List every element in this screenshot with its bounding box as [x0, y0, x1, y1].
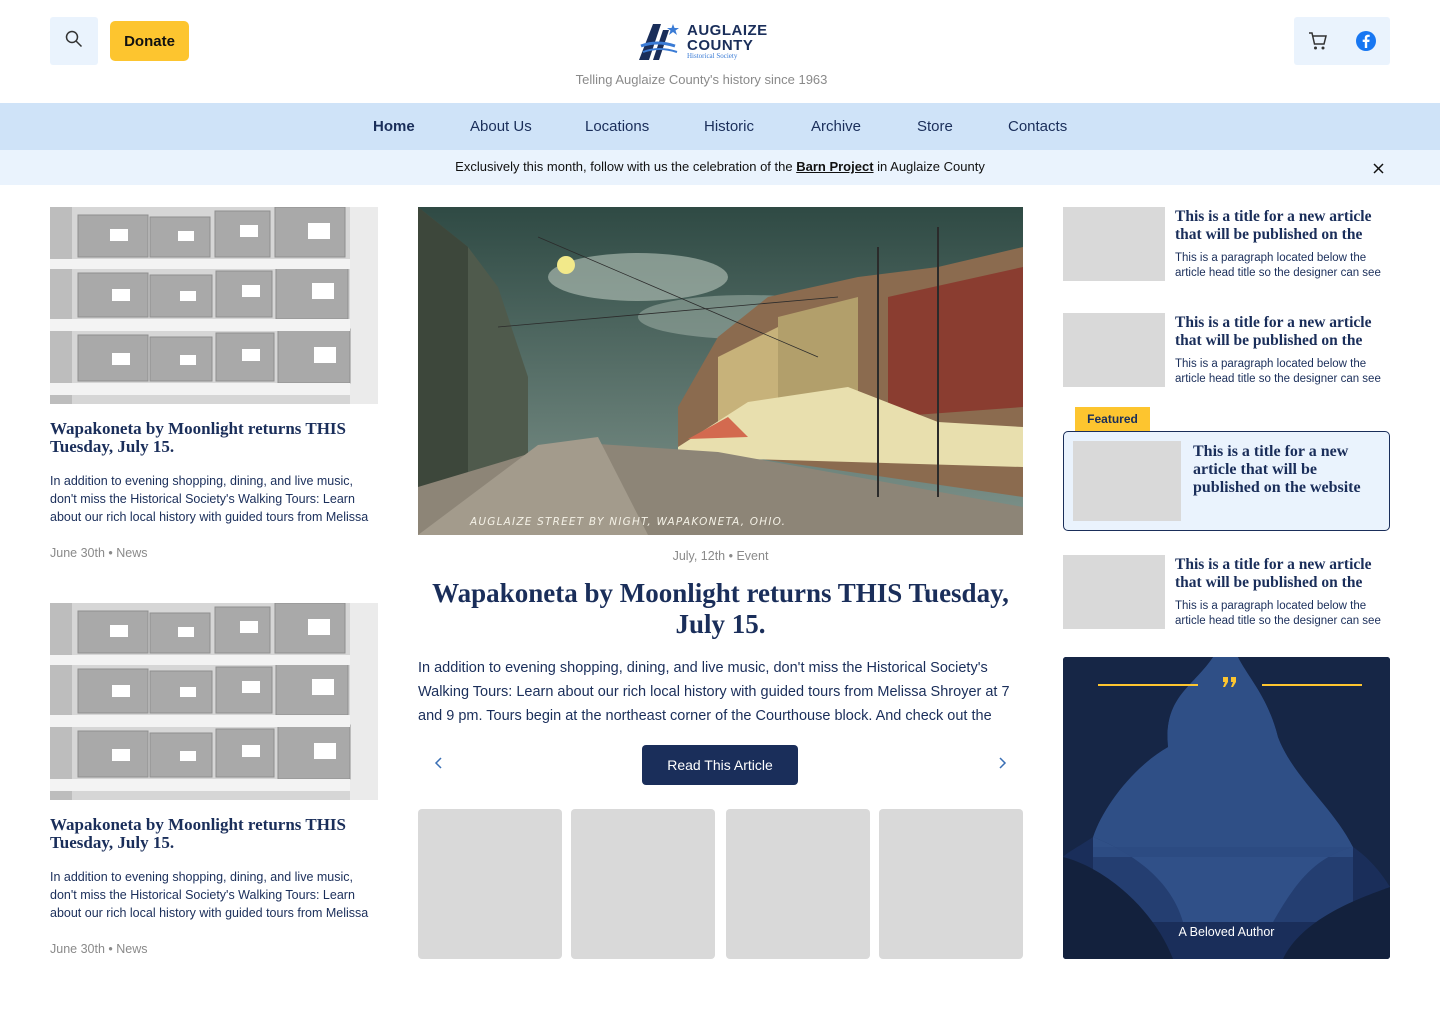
sidebar-article-title[interactable]: This is a title for a new article that w…	[1175, 208, 1389, 244]
site-tagline: Telling Auglaize County's history since …	[575, 72, 828, 87]
carousel-thumbnail[interactable]	[418, 809, 562, 959]
article-meta: June 30th • News	[50, 942, 148, 956]
sidebar-article-thumbnail	[1063, 313, 1165, 387]
carousel-thumbnail[interactable]	[571, 809, 715, 959]
nav-item-store[interactable]: Store	[917, 118, 953, 135]
logo-line2: COUNTY	[687, 36, 754, 54]
article-title[interactable]: Wapakoneta by Moonlight returns THIS Tue…	[50, 420, 378, 456]
hero-title[interactable]: Wapakoneta by Moonlight returns THIS Tue…	[418, 578, 1023, 640]
sidebar-article-thumbnail	[1063, 555, 1165, 629]
article-excerpt: In addition to evening shopping, dining,…	[50, 474, 369, 524]
site-header: Donate AUGLAIZE COUNTY Historical Societ…	[0, 0, 1440, 103]
featured-badge: Featured	[1075, 407, 1150, 431]
sidebar-article-thumbnail	[1063, 207, 1165, 281]
nav-item-about-us[interactable]: About Us	[470, 118, 532, 135]
main-nav: Home About Us Locations Historic Archive…	[0, 103, 1440, 150]
sidebar-article[interactable]: This is a title for a new article that w…	[1063, 313, 1390, 387]
banner-text: Exclusively this month, follow with us t…	[0, 159, 1440, 174]
sidebar-article[interactable]: This is a title for a new article that w…	[1063, 555, 1390, 629]
quote-background-image	[1063, 657, 1390, 959]
quote-card: A Beloved Author	[1063, 657, 1390, 959]
logo-line1: AUGLAIZE	[687, 21, 768, 39]
nav-item-locations[interactable]: Locations	[585, 118, 649, 135]
article-excerpt: In addition to evening shopping, dining,…	[50, 870, 369, 920]
banner-text-before: Exclusively this month, follow with us t…	[455, 159, 797, 174]
carousel-thumbnail[interactable]	[879, 809, 1023, 959]
banner-link[interactable]: Barn Project	[796, 159, 873, 174]
close-icon[interactable]	[1368, 158, 1388, 178]
article-meta: June 30th • News	[50, 546, 148, 560]
chevron-left-icon	[434, 756, 442, 774]
hero-meta: July, 12th • Event	[672, 549, 769, 563]
nav-item-archive[interactable]: Archive	[811, 118, 861, 135]
carousel-prev-button[interactable]	[427, 754, 449, 776]
announcement-banner: Exclusively this month, follow with us t…	[0, 150, 1440, 185]
search-button[interactable]	[50, 17, 98, 65]
site-logo[interactable]: AUGLAIZE COUNTY Historical Society	[637, 20, 777, 62]
chevron-right-icon	[999, 756, 1007, 774]
sidebar-article-title[interactable]: This is a title for a new article that w…	[1175, 556, 1389, 592]
hero-image-caption: AUGLAIZE STREET BY NIGHT, WAPAKONETA, OH…	[469, 516, 786, 528]
quote-author: A Beloved Author	[1178, 925, 1275, 939]
search-icon	[65, 30, 83, 53]
featured-article-title[interactable]: This is a title for a new article that w…	[1193, 443, 1383, 497]
article-card[interactable]: Wapakoneta by Moonlight returns THIS Tue…	[50, 603, 378, 956]
nav-item-home[interactable]: Home	[373, 118, 415, 135]
read-article-button[interactable]: Read This Article	[642, 745, 798, 785]
article-title[interactable]: Wapakoneta by Moonlight returns THIS Tue…	[50, 816, 378, 852]
sidebar-article-title[interactable]: This is a title for a new article that w…	[1175, 314, 1389, 350]
header-tools	[1294, 17, 1390, 65]
banner-text-after: in Auglaize County	[873, 159, 985, 174]
featured-article[interactable]: This is a title for a new article that w…	[1063, 431, 1390, 531]
archive-shelves-image	[50, 207, 378, 404]
sidebar-article-excerpt: This is a paragraph located below the ar…	[1175, 358, 1381, 385]
facebook-icon[interactable]	[1354, 29, 1378, 53]
hero-excerpt: In addition to evening shopping, dining,…	[418, 660, 1010, 724]
article-card[interactable]: Wapakoneta by Moonlight returns THIS Tue…	[50, 207, 378, 560]
donate-button[interactable]: Donate	[110, 21, 189, 61]
featured-article-thumbnail	[1073, 441, 1181, 521]
sidebar-article[interactable]: This is a title for a new article that w…	[1063, 207, 1390, 281]
carousel-next-button[interactable]	[992, 754, 1014, 776]
cart-icon[interactable]	[1306, 29, 1330, 53]
sidebar-article-excerpt: This is a paragraph located below the ar…	[1175, 252, 1381, 279]
quote-mark-icon	[1221, 675, 1239, 694]
hero-image[interactable]: AUGLAIZE STREET BY NIGHT, WAPAKONETA, OH…	[418, 207, 1023, 535]
sidebar-article-excerpt: This is a paragraph located below the ar…	[1175, 600, 1381, 627]
logo-mark-icon	[637, 20, 681, 62]
nav-item-contacts[interactable]: Contacts	[1008, 118, 1067, 135]
logo-line3: Historical Society	[687, 51, 738, 60]
carousel-thumbnail[interactable]	[726, 809, 870, 959]
nav-item-historic[interactable]: Historic	[704, 118, 754, 135]
archive-shelves-image	[50, 603, 378, 800]
